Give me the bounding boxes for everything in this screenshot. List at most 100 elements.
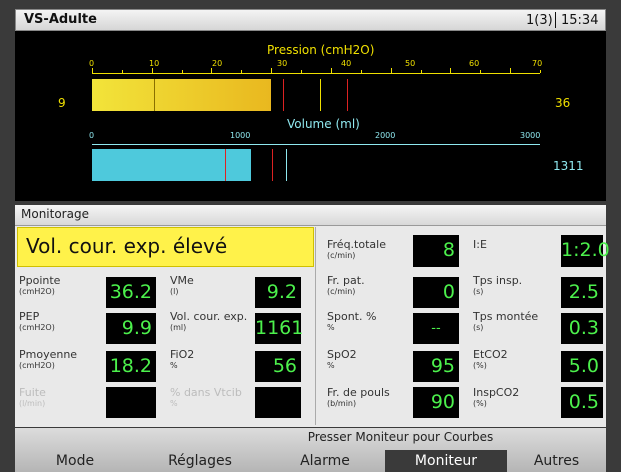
pressure-title: Pression (cmH2O) [267, 43, 375, 57]
param-label-spont: Spont. %% [327, 311, 376, 333]
param-label-vol-cour-exp: Vol. cour. exp. (ml) [170, 311, 247, 333]
pressure-minor-tick [151, 68, 153, 73]
pressure-minor-tick [390, 68, 392, 73]
param-unit: (s) [473, 323, 484, 332]
param-value-vme[interactable]: 9.2 [255, 277, 301, 308]
hint-text-row: Presser Moniteur pour Courbes [15, 430, 606, 444]
param-value-pmoyenne[interactable]: 18.2 [106, 351, 156, 382]
pressure-minor-tick [450, 68, 452, 73]
param-value-spo2[interactable]: 95 [413, 351, 459, 382]
page-indicator: 1(3) [526, 13, 553, 28]
pressure-minor-tick [211, 68, 213, 73]
param-unit: (%) [473, 399, 487, 408]
param-name: I:E [473, 238, 487, 251]
volume-tick: 1000 [230, 131, 251, 140]
param-label-vme: VMe (l) [170, 275, 194, 297]
param-unit: % [170, 361, 178, 370]
bottom-bar: Presser Moniteur pour Courbes Mode Régla… [15, 428, 606, 472]
pressure-minor-tick [360, 70, 362, 73]
param-value-inspco2[interactable]: 0.5 [561, 387, 603, 418]
title-bar: VS-Adulte 1(3) 15:34 [15, 9, 606, 31]
param-value-tps-insp[interactable]: 2.5 [561, 277, 603, 308]
mode-name: VS-Adulte [24, 12, 97, 27]
volume-value: 1311 [553, 159, 584, 173]
pressure-tick: 0 [89, 59, 95, 68]
volume-tick: 2000 [375, 131, 396, 140]
monitoring-header: Monitorage [15, 205, 606, 226]
alarm-message: Vol. cour. exp. élevé [26, 234, 228, 258]
param-label-fr-q-totale: Fréq.totale (c/min) [327, 239, 386, 261]
param-unit: (s) [473, 287, 484, 296]
volume-scale-line [92, 144, 540, 145]
param-value-vol-cour-exp[interactable]: 1161 [255, 313, 303, 344]
param-label-tps-mont-e: Tps montée (s) [473, 311, 538, 333]
param-value-dans-vtcib[interactable] [255, 387, 301, 418]
param-value-fio2[interactable]: 56 [255, 351, 301, 382]
pressure-minor-tick [271, 68, 273, 73]
param-value-fr-pat[interactable]: 0 [413, 277, 459, 308]
alarm-banner[interactable]: Vol. cour. exp. élevé [17, 227, 314, 267]
clock: 15:34 [561, 13, 599, 28]
pressure-minor-tick [92, 68, 93, 73]
param-unit: (c/min) [327, 287, 356, 296]
pressure-minor-tick [330, 68, 332, 73]
param-unit: (cmH2O) [19, 361, 55, 370]
param-label-fr-pat: Fr. pat. (c/min) [327, 275, 365, 297]
param-label-dans-vtcib: % dans Vtcib% [170, 387, 242, 409]
param-label-fuite: Fuite (l/min) [19, 387, 46, 409]
pressure-minor-tick [181, 70, 183, 73]
gauge-panel: Pression (cmH2O) 0 10 20 30 40 50 60 70 … [15, 31, 606, 201]
param-unit: % [327, 323, 335, 332]
pressure-tick: 50 [405, 59, 416, 68]
pressure-minor-tick [121, 70, 123, 73]
column-divider [315, 227, 316, 425]
hint-text: Presser Moniteur pour Courbes [307, 430, 494, 444]
param-value-i-e[interactable]: 1:2.0 [561, 235, 610, 267]
tab-other[interactable]: Autres [507, 450, 606, 472]
param-value-tps-mont-e[interactable]: 0.3 [561, 313, 603, 344]
param-name: % dans Vtcib [170, 386, 242, 399]
tab-mode[interactable]: Mode [15, 450, 135, 472]
tab-alarm[interactable]: Alarme [265, 450, 385, 472]
volume-title: Volume (ml) [287, 117, 360, 131]
monitoring-title: Monitorage [21, 207, 89, 221]
volume-limit-marker [225, 149, 226, 181]
param-unit: (ml) [170, 323, 187, 332]
pressure-limit-marker [320, 79, 321, 111]
pressure-min-value: 9 [58, 96, 66, 110]
param-label-fr-de-pouls: Fr. de pouls (b/min) [327, 387, 390, 409]
param-value-fuite[interactable] [106, 387, 156, 418]
param-value-fr-q-totale[interactable]: 8 [413, 235, 459, 267]
param-value-spont[interactable]: -- [413, 313, 459, 344]
param-label-spo2: SpO2% [327, 349, 357, 371]
param-unit: (l) [170, 287, 179, 296]
volume-marker [286, 149, 287, 181]
pressure-minor-tick [510, 68, 512, 73]
pressure-bar [92, 79, 272, 111]
param-value-fr-de-pouls[interactable]: 90 [413, 387, 459, 418]
volume-tick: 0 [89, 131, 95, 140]
tab-settings[interactable]: Réglages [135, 450, 265, 472]
param-label-fio2: FiO2% [170, 349, 194, 371]
param-value-etco2[interactable]: 5.0 [561, 351, 603, 382]
pressure-tick: 20 [212, 59, 223, 68]
param-value-ppointe[interactable]: 36.2 [106, 277, 156, 308]
param-unit: (b/min) [327, 399, 357, 408]
pressure-tick: 60 [469, 59, 480, 68]
param-label-ppointe: Ppointe (cmH2O) [19, 275, 60, 297]
param-unit: % [327, 361, 335, 370]
pressure-alarm-marker [347, 79, 348, 111]
pressure-scale-line [92, 73, 540, 74]
param-label-etco2: EtCO2 (%) [473, 349, 508, 371]
param-value-pep[interactable]: 9.9 [106, 313, 156, 344]
param-unit: (%) [473, 361, 487, 370]
param-label-inspco2: InspCO2 (%) [473, 387, 519, 409]
pressure-minor-tick [420, 70, 422, 73]
pressure-limit-marker [283, 79, 284, 111]
param-unit: (l/min) [19, 399, 46, 408]
tab-monitor[interactable]: Moniteur [385, 450, 507, 472]
param-unit: (cmH2O) [19, 323, 55, 332]
pressure-tick: 40 [341, 59, 352, 68]
volume-tick: 3000 [520, 131, 541, 140]
param-label-pmoyenne: Pmoyenne (cmH2O) [19, 349, 77, 371]
